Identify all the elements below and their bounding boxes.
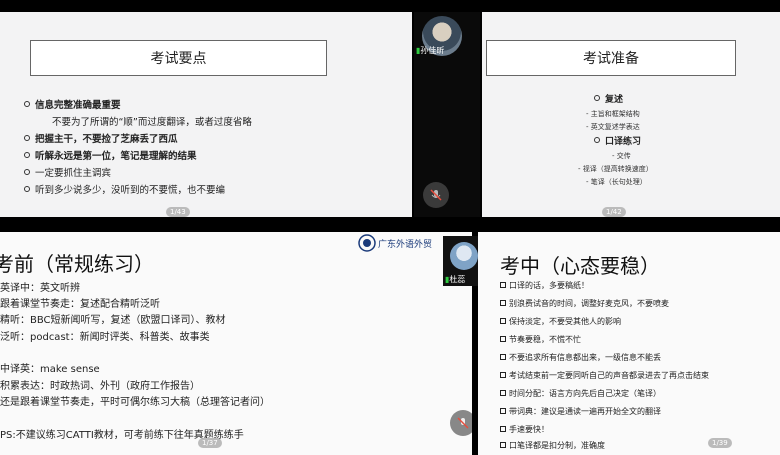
checklist-item: 别浪费试音的时间，调整好麦克风，不要喷麦 (500, 298, 669, 309)
text-line: 跟着课堂节奏走：复述配合精听泛听 (0, 299, 160, 310)
bullet-icon (594, 95, 600, 101)
mic-muted-icon (430, 189, 442, 201)
shared-slide-exam-points: 考试要点 信息完整准确最重要 不要为了所谓的“顺”而过度翻译，或者过度省略 把握… (0, 12, 412, 217)
outline-head: 复述 (594, 94, 623, 107)
checkbox-icon (500, 354, 506, 360)
avatar (450, 242, 478, 270)
text-line: 精听：BBC短新闻听写，复述（欧盟口译司）、教材 (0, 315, 226, 326)
bullet-item: 信息完整准确最重要 (24, 99, 121, 112)
checklist-item: 不要追求所有信息都出来，一级信息不能丢 (500, 352, 661, 363)
checkbox-icon (500, 408, 506, 414)
bullet-icon (594, 137, 600, 143)
checklist-item: 口笔译都是扣分制，准确度 (500, 440, 605, 451)
checklist-item: 手速要快！ (500, 424, 549, 435)
outline-head: 口译练习 (594, 136, 641, 149)
emblem-icon (358, 234, 376, 252)
shared-slide-exam-prep: 考试准备 复述 - 主旨和框架结构 - 英文复述学表达 口译练习 - 交传 - … (482, 12, 780, 217)
checkbox-icon (500, 318, 506, 324)
checklist-item: 口译的话，多要稿纸！ (500, 280, 589, 291)
checklist-item: 时间分配：语言方向先后自己决定（笔译） (500, 388, 661, 399)
page-indicator: 1/42 (602, 207, 626, 217)
slide-title: 考中（心态要稳） (500, 254, 660, 278)
page-indicator: 1/37 (198, 438, 222, 448)
text-line: 积累表达：时政热词、外刊（政府工作报告） (0, 381, 200, 392)
slide-title: 考前（常规练习） (0, 252, 154, 276)
checkbox-icon (500, 282, 506, 288)
participant-name: ▮孙佳昕 (416, 46, 445, 55)
outline-sub: - 主旨和框架结构 (586, 110, 640, 118)
checkbox-icon (500, 390, 506, 396)
bullet-icon (24, 135, 30, 141)
participant-name: ▮杜蕊 (445, 275, 466, 284)
mic-muted-button[interactable] (423, 182, 449, 208)
bullet-item: 听解永远是第一位，笔记是理解的结果 (24, 150, 197, 163)
checkbox-icon (500, 426, 506, 432)
outline-sub: - 交传 (612, 152, 631, 160)
outline-sub: - 笔译（长句处理） (586, 178, 647, 186)
text-line: 英译中：英文听辨 (0, 283, 80, 294)
checklist-item: 保持淡定，不要受其他人的影响 (500, 316, 621, 327)
participant-tile[interactable]: ▮孙佳昕 (414, 12, 480, 217)
checkbox-icon (500, 372, 506, 378)
checklist-item: 带词典：建议是通读一遍再开始全文的翻译 (500, 406, 661, 417)
bullet-icon (24, 101, 30, 107)
mic-muted-icon (457, 417, 469, 429)
page-indicator: 1/39 (708, 438, 732, 448)
checkbox-icon (500, 300, 506, 306)
checkbox-icon (500, 442, 506, 448)
outline-sub: - 英文复述学表达 (586, 123, 640, 131)
shared-slide-before-exam: 考前（常规练习） 广东外语外贸 英译中：英文听辨 跟着课堂节奏走：复述配合精听泛… (0, 232, 472, 455)
text-line: 泛听：podcast：新闻时评类、科普类、故事类 (0, 332, 210, 343)
slide-title: 考试准备 (486, 40, 736, 76)
bullet-item: 听到多少说多少，没听到的不要慌，也不要编 (24, 184, 225, 197)
shared-slide-during-exam: 考中（心态要稳） 口译的话，多要稿纸！ 别浪费试音的时间，调整好麦克风，不要喷麦… (478, 232, 780, 455)
bullet-icon (24, 186, 30, 192)
checkbox-icon (500, 336, 506, 342)
bullet-subtext: 不要为了所谓的“顺”而过度翻译，或者过度省略 (52, 117, 252, 128)
checklist-item: 节奏要稳，不慌不忙 (500, 334, 581, 345)
university-logo: 广东外语外贸 (358, 234, 432, 252)
bullet-item: 一定要抓住主调宾 (24, 167, 111, 180)
bullet-icon (24, 169, 30, 175)
participant-tile[interactable]: ▮杜蕊 (443, 236, 478, 286)
page-indicator: 1/43 (166, 207, 190, 217)
bullet-item: 把握主干，不要捡了芝麻丢了西瓜 (24, 133, 178, 146)
text-line: 还是跟着课堂节奏走，平时可偶尔练习大稿（总理答记者问） (0, 397, 270, 408)
bullet-icon (24, 152, 30, 158)
outline-sub: - 视译（提高转换速度） (578, 165, 653, 173)
checklist-item: 考试结束前一定要同听自己的声音都录进去了再点击结束 (500, 370, 709, 381)
text-line: 中译英：make sense (0, 364, 100, 375)
slide-title: 考试要点 (30, 40, 327, 76)
mic-muted-button[interactable] (450, 410, 472, 436)
